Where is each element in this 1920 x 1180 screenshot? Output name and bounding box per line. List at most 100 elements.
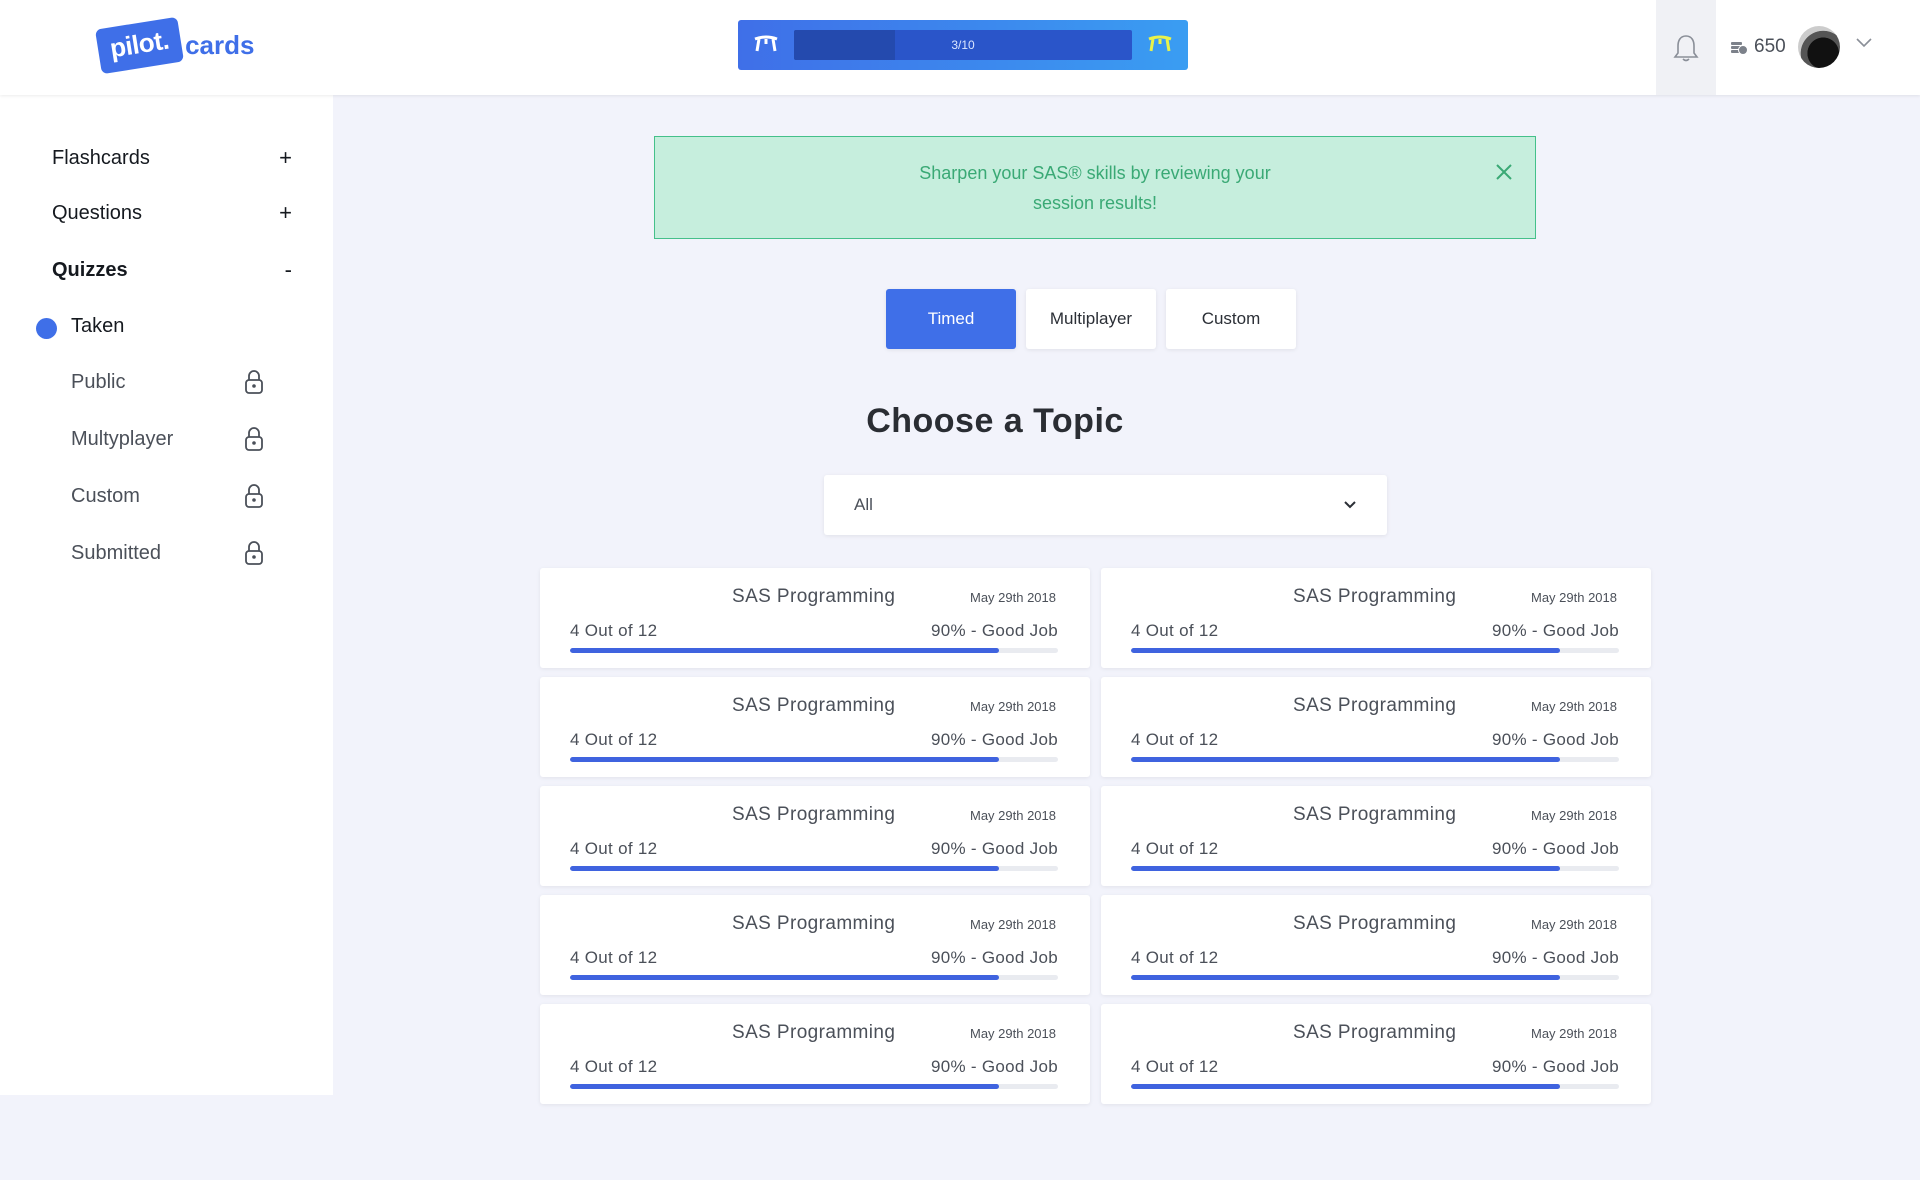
lock-icon bbox=[245, 541, 263, 565]
card-progress-track bbox=[570, 1084, 1058, 1089]
bell-icon bbox=[1673, 34, 1699, 61]
card-date: May 29th 2018 bbox=[969, 917, 1056, 932]
expand-icon: + bbox=[279, 145, 292, 170]
sidebar-category-questions[interactable]: Questions + bbox=[52, 200, 292, 226]
card-progress-fill bbox=[1131, 648, 1561, 653]
card-progress-track bbox=[570, 866, 1058, 871]
card-date: May 29th 2018 bbox=[1530, 699, 1617, 714]
result-card[interactable]: SAS Programming May 29th 2018 4 Out of 12 9… bbox=[540, 677, 1090, 777]
card-score: 90% - Good Job bbox=[930, 1057, 1058, 1076]
coin-balance: 650 bbox=[1730, 36, 1786, 58]
card-progress-fill bbox=[570, 757, 1000, 762]
card-progress-fill bbox=[570, 866, 1000, 871]
banner-message: Sharpen your SAS® skills by reviewing yo… bbox=[919, 162, 1271, 213]
card-progress-track bbox=[570, 975, 1058, 980]
session-progress-label: 3/10 bbox=[951, 38, 975, 52]
results-grid: SAS Programming May 29th 2018 4 Out of 12 9… bbox=[540, 568, 1652, 1104]
sidebar-category-flashcards[interactable]: Flashcards + bbox=[52, 145, 292, 171]
card-progress-track bbox=[570, 648, 1058, 653]
card-progress-fill bbox=[570, 648, 1000, 653]
pilot-wings-gold-icon bbox=[1132, 20, 1188, 70]
card-score: 90% - Good Job bbox=[930, 730, 1058, 749]
sidebar-item-taken[interactable]: Taken bbox=[71, 315, 264, 338]
card-title: SAS Programming bbox=[732, 804, 896, 825]
session-progress-track: 3/10 bbox=[794, 30, 1132, 60]
card-progress-fill bbox=[1131, 975, 1561, 980]
card-title: SAS Programming bbox=[732, 1022, 896, 1043]
chevron-down-icon bbox=[1344, 501, 1356, 509]
card-progress-track bbox=[1131, 975, 1619, 980]
tab-timed[interactable]: Timed bbox=[886, 289, 1016, 349]
card-count: 4 Out of 12 bbox=[1131, 948, 1219, 967]
sidebar-item-public[interactable]: Public bbox=[71, 369, 264, 395]
sidebar-item-label: Submitted bbox=[71, 541, 162, 564]
top-bar: pilot. cards 3/10 650 bbox=[0, 0, 1920, 95]
tab-custom[interactable]: Custom bbox=[1166, 289, 1296, 349]
card-progress-fill bbox=[1131, 1084, 1561, 1089]
notifications-button[interactable] bbox=[1656, 0, 1716, 95]
lock-icon bbox=[245, 484, 263, 508]
result-card[interactable]: SAS Programming May 29th 2018 4 Out of 12 9… bbox=[540, 568, 1090, 668]
result-card[interactable]: SAS Programming May 29th 2018 4 Out of 12 9… bbox=[540, 1004, 1090, 1104]
coin-count: 650 bbox=[1754, 36, 1786, 57]
page-title: Choose a Topic bbox=[0, 402, 1920, 441]
sidebar-item-label: Taken bbox=[71, 315, 125, 337]
pilot-cards-logo[interactable]: pilot. cards bbox=[94, 16, 255, 74]
card-date: May 29th 2018 bbox=[1530, 1026, 1617, 1041]
result-card[interactable]: SAS Programming May 29th 2018 4 Out of 12 9… bbox=[1101, 1004, 1651, 1104]
card-score: 90% - Good Job bbox=[930, 621, 1058, 640]
logo-word: cards bbox=[185, 29, 255, 60]
sidebar-item-custom[interactable]: Custom bbox=[71, 483, 264, 509]
card-progress-fill bbox=[570, 1084, 1000, 1089]
close-icon[interactable] bbox=[1495, 163, 1513, 181]
card-progress-fill bbox=[1131, 757, 1561, 762]
card-date: May 29th 2018 bbox=[1530, 808, 1617, 823]
session-results-banner: Sharpen your SAS® skills by reviewing yo… bbox=[654, 136, 1536, 239]
card-progress-fill bbox=[1131, 866, 1561, 871]
avatar[interactable] bbox=[1798, 26, 1840, 68]
sidebar-item-label: Public bbox=[71, 370, 126, 393]
sidebar-category-label: Flashcards bbox=[52, 146, 150, 169]
card-score: 90% - Good Job bbox=[1491, 1057, 1619, 1076]
card-date: May 29th 2018 bbox=[969, 1026, 1056, 1041]
card-count: 4 Out of 12 bbox=[1131, 730, 1219, 749]
card-count: 4 Out of 12 bbox=[570, 948, 658, 967]
card-score: 90% - Good Job bbox=[1491, 948, 1619, 967]
result-card[interactable]: SAS Programming May 29th 2018 4 Out of 12 9… bbox=[1101, 895, 1651, 995]
card-count: 4 Out of 12 bbox=[1131, 621, 1219, 640]
result-card[interactable]: SAS Programming May 29th 2018 4 Out of 12 9… bbox=[540, 786, 1090, 886]
card-title: SAS Programming bbox=[732, 695, 896, 716]
active-indicator-dot bbox=[36, 318, 57, 339]
page-title-text: Choose a Topic bbox=[866, 402, 1124, 440]
quiz-mode-tabs: Timed Multiplayer Custom bbox=[886, 289, 1296, 349]
result-card[interactable]: SAS Programming May 29th 2018 4 Out of 12 9… bbox=[1101, 568, 1651, 668]
card-progress-track bbox=[1131, 757, 1619, 762]
card-date: May 29th 2018 bbox=[1530, 590, 1617, 605]
card-progress-track bbox=[1131, 648, 1619, 653]
sidebar-item-submitted[interactable]: Submitted bbox=[71, 540, 264, 566]
sidebar-category-quizzes[interactable]: Quizzes - bbox=[52, 257, 292, 283]
sidebar-item-label: Custom bbox=[71, 484, 140, 507]
card-progress-fill bbox=[570, 975, 1000, 980]
tab-multiplayer[interactable]: Multiplayer bbox=[1026, 289, 1156, 349]
result-card[interactable]: SAS Programming May 29th 2018 4 Out of 12 9… bbox=[1101, 786, 1651, 886]
topic-select[interactable]: All bbox=[824, 475, 1387, 535]
pilot-wings-icon bbox=[738, 20, 794, 70]
card-score: 90% - Good Job bbox=[1491, 730, 1619, 749]
card-date: May 29th 2018 bbox=[969, 808, 1056, 823]
lock-icon bbox=[245, 370, 263, 394]
card-count: 4 Out of 12 bbox=[570, 730, 658, 749]
session-progress-widget: 3/10 bbox=[738, 20, 1188, 70]
card-score: 90% - Good Job bbox=[1491, 621, 1619, 640]
card-title: SAS Programming bbox=[1293, 913, 1457, 934]
card-progress-track bbox=[570, 757, 1058, 762]
result-card[interactable]: SAS Programming May 29th 2018 4 Out of 12 9… bbox=[540, 895, 1090, 995]
card-score: 90% - Good Job bbox=[930, 948, 1058, 967]
card-progress-track bbox=[1131, 1084, 1619, 1089]
logo-badge: pilot. bbox=[94, 16, 185, 74]
sidebar: Flashcards + Questions + Quizzes - Taken… bbox=[0, 95, 333, 1095]
card-progress-track bbox=[1131, 866, 1619, 871]
card-title: SAS Programming bbox=[732, 586, 896, 607]
result-card[interactable]: SAS Programming May 29th 2018 4 Out of 12 9… bbox=[1101, 677, 1651, 777]
chevron-down-icon[interactable] bbox=[1856, 36, 1872, 48]
